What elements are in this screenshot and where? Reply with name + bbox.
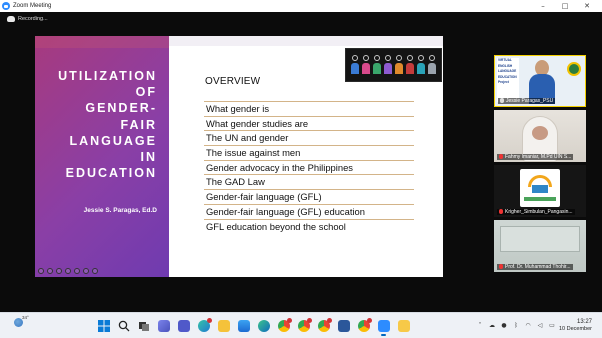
list-item: Gender-fair language (GFL) education [204,203,414,219]
zoom-app-icon [2,2,10,10]
muted-mic-icon [499,209,503,215]
taskbar-app-teams[interactable] [175,317,192,334]
participant-tile[interactable]: Krigher_Simbulan_Pangasin... [494,165,586,217]
participant-tile[interactable]: VIRTUAL ENGLISH LANGUAGE EDUCATION Proje… [494,55,586,107]
person-icon [351,55,360,75]
bluetooth-icon[interactable]: ᛒ [512,321,520,329]
microphone-icon[interactable]: ● [500,321,508,329]
more-options-icon[interactable] [83,268,89,274]
zoom-icon [377,319,390,332]
person-icon [373,55,382,75]
window-title: Zoom Meeting [13,3,52,9]
list-item: GFL education beyond the school [204,218,414,234]
windows-logo-icon [97,319,110,332]
taskbar-app-chrome-2[interactable] [295,317,312,334]
taskbar-app-notes[interactable] [395,317,412,334]
edge-icon [257,319,270,332]
person-icon [405,55,414,75]
system-tray: ˄ ☁ ● ᛒ ◠ ◁ ▭ [476,321,556,329]
participant-name: Krigher_Simbulan_Pangasin... [497,209,575,215]
list-item: What gender studies are [204,115,414,131]
participant-name: Fahmy Imaniar, M.Pd UIN S... [497,154,574,160]
taskbar-app-store[interactable] [235,317,252,334]
folder-icon [217,319,230,332]
taskbar-app-files[interactable] [215,317,232,334]
participant-tile[interactable]: Prof. Dr. Muhammad Thohir... [494,220,586,272]
window-titlebar: Zoom Meeting – □ ✕ [0,0,602,12]
slide-title: UTILIZATION OF GENDER- FAIR LANGUAGE IN … [58,69,157,181]
close-button[interactable]: ✕ [576,0,598,12]
slide-heading: OVERVIEW [205,76,261,87]
clock-date: 10 December [558,326,592,332]
taskbar-app-word[interactable] [335,317,352,334]
highlighter-icon[interactable] [56,268,62,274]
taskbar-app-edge[interactable] [195,317,212,334]
task-view-icon [138,321,149,331]
list-item: Gender-fair language (GFL) [204,189,414,204]
slide-title-panel: UTILIZATION OF GENDER- FAIR LANGUAGE IN … [35,36,169,277]
person-icon [394,55,403,75]
task-view-button[interactable] [135,317,152,334]
microphone-icon [500,98,504,104]
next-slide-icon[interactable] [92,268,98,274]
slide-icon-strip [345,48,442,82]
search-button[interactable] [115,317,132,334]
start-button[interactable] [95,317,112,334]
taskbar-app-edge-2[interactable] [255,317,272,334]
previous-slide-icon[interactable] [38,268,44,274]
search-icon [118,320,129,331]
participant-name: Prof. Dr. Muhammad Thohir... [497,264,573,270]
participant-video [500,226,580,252]
muted-mic-icon [499,264,503,270]
list-item: The UN and gender [204,130,414,145]
participant-tile[interactable]: Fahmy Imaniar, M.Pd UIN S... [494,110,586,162]
event-banner: VIRTUAL ENGLISH LANGUAGE EDUCATION Proje… [497,58,519,102]
volume-icon[interactable]: ◁ [536,321,544,329]
participant-name: Jessie Paragas_PSU [498,98,556,104]
chat-icon [157,319,170,332]
list-item: What gender is [204,101,414,116]
minimize-button[interactable]: – [532,0,554,12]
muted-mic-icon [499,154,503,160]
topic-list: What gender is What gender studies are T… [204,101,414,233]
taskbar-apps [95,317,412,336]
slide-toolbar [38,268,98,274]
sticky-notes-icon [397,319,410,332]
wifi-icon[interactable]: ◠ [524,321,532,329]
recording-label: Recording... [18,16,48,22]
taskbar-app-zoom[interactable] [375,317,392,336]
person-icon [384,55,393,75]
list-item: The issue against men [204,145,414,160]
clock-time: 13:27 [576,319,592,325]
slides-grid-icon[interactable] [65,268,71,274]
taskbar-clock[interactable]: 13:27 10 December [559,319,592,333]
taskbar-app-chrome[interactable] [275,317,292,334]
word-icon [337,319,350,332]
pen-icon[interactable] [47,268,53,274]
university-logo [567,62,581,76]
chevron-up-icon[interactable]: ˄ [476,321,484,329]
store-icon [237,319,250,332]
recording-indicator[interactable]: Recording... [7,16,48,22]
window-controls: – □ ✕ [532,0,598,12]
taskbar-app-chrome-3[interactable] [315,317,332,334]
cloud-recording-icon [7,16,15,22]
person-icon [362,55,371,75]
list-item: Gender advocacy in the Philippines [204,159,414,175]
list-item: The GAD Law [204,174,414,189]
taskbar-app-chrome-4[interactable] [355,317,372,334]
taskbar-app-chat[interactable] [155,317,172,334]
person-icon [427,55,436,75]
teams-icon [177,319,190,332]
windows-taskbar: 34° ˄ ☁ ● ᛒ ◠ ◁ ▭ 13:27 10 December [0,312,602,338]
person-icon [416,55,425,75]
zoom-icon[interactable] [74,268,80,274]
cloud-icon[interactable]: ☁ [488,321,496,329]
maximize-button[interactable]: □ [554,0,576,12]
weather-temperature: 34° [22,315,29,320]
weather-widget[interactable]: 34° [8,315,29,327]
slide-author: Jessie S. Paragas, Ed.D [83,207,157,214]
participant-profile-logo [520,169,560,207]
battery-icon[interactable]: ▭ [548,321,556,329]
